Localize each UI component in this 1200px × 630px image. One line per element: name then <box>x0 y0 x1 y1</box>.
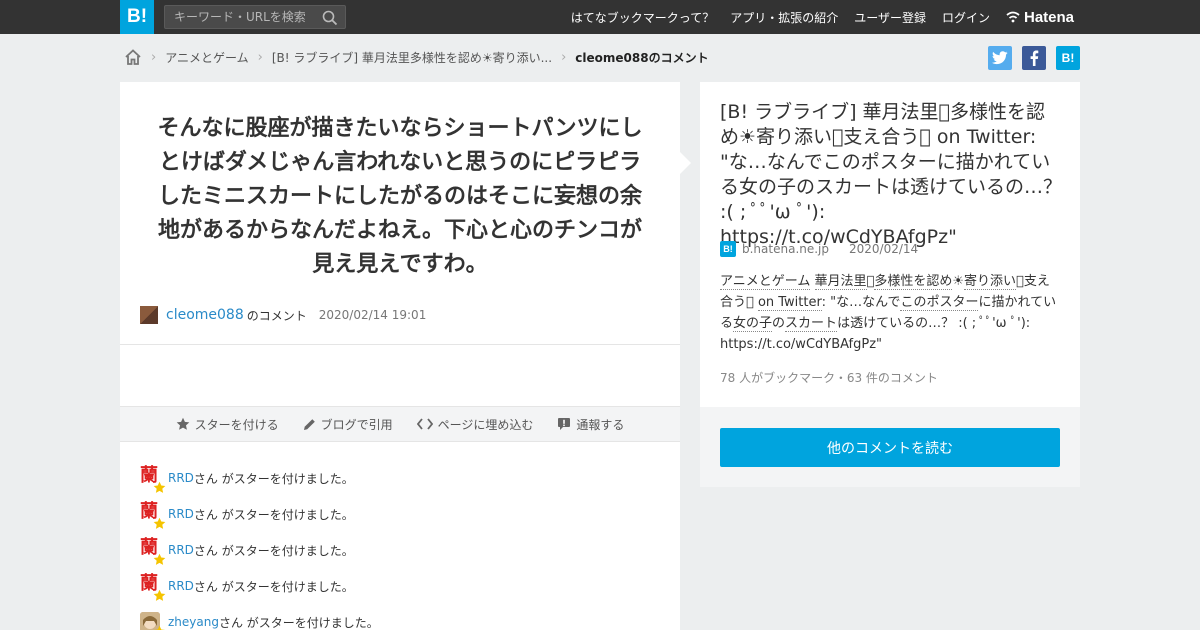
facebook-share-button[interactable] <box>1022 46 1046 70</box>
code-icon <box>416 418 433 430</box>
register-link[interactable]: ユーザー登録 <box>854 9 926 26</box>
breadcrumb-category[interactable]: アニメとゲーム <box>165 49 248 66</box>
report-button[interactable]: 通報する <box>557 416 624 433</box>
entry-source: B! b.hatena.ne.jp 2020/02/14 <box>720 240 918 258</box>
breadcrumb: › アニメとゲーム › [B! ラブライブ] 華月法里多様性を認め☀寄り添い..… <box>124 44 709 70</box>
list-item: 蘭 RRD さん がスターを付けました。 <box>140 532 660 568</box>
search-input[interactable] <box>165 6 315 28</box>
breadcrumb-current: cleome088のコメント <box>575 50 709 65</box>
more-comments-area: 他のコメントを読む <box>700 407 1080 487</box>
alert-icon <box>558 418 571 430</box>
star-icon <box>153 553 166 565</box>
hatena-brand-link[interactable]: Hatena <box>1006 0 1074 34</box>
star-message: さん がスターを付けました。 <box>193 543 354 558</box>
keyword-link[interactable]: on Twitter <box>757 295 822 311</box>
list-item: 蘭 RRD さん がスターを付けました。 <box>140 460 660 496</box>
chevron-right-icon: › <box>257 49 263 65</box>
search-box[interactable] <box>164 5 346 29</box>
avatar[interactable]: 蘭 <box>140 502 166 529</box>
list-item: 蘭 RRD さん がスターを付けました。 <box>140 496 660 532</box>
avatar[interactable]: 蘭 <box>140 538 166 565</box>
comment-user-suffix: のコメント <box>246 308 307 323</box>
avatar[interactable] <box>140 306 158 324</box>
avatar[interactable]: 蘭 <box>140 466 166 493</box>
embed-button[interactable]: ページに埋め込む <box>416 416 534 433</box>
breadcrumb-entry[interactable]: [B! ラブライブ] 華月法里多様性を認め☀寄り添い... <box>272 49 552 66</box>
star-icon <box>153 517 166 529</box>
star-user-link[interactable]: RRD <box>168 543 194 557</box>
pencil-icon <box>303 418 315 430</box>
star-list: 蘭 RRD さん がスターを付けました。 蘭 RRD さん がスターを付けました… <box>140 460 660 630</box>
list-item: 蘭 RRD さん がスターを付けました。 <box>140 568 660 604</box>
entry-domain[interactable]: b.hatena.ne.jp <box>742 242 829 256</box>
blog-quote-button[interactable]: ブログで引用 <box>303 416 393 433</box>
wifi-mark-icon <box>1006 11 1020 23</box>
star-message: さん がスターを付けました。 <box>193 579 354 594</box>
favicon-icon: B! <box>720 241 736 257</box>
embed-label: ページに埋め込む <box>437 417 534 432</box>
hatena-bookmark-share-button[interactable]: B! <box>1056 46 1080 70</box>
keyword-link[interactable]: 寄り添い <box>964 274 1017 290</box>
star-message: さん がスターを付けました。 <box>193 507 354 522</box>
star-message: さん がスターを付けました。 <box>218 615 379 630</box>
card-pointer <box>680 152 691 174</box>
comment-body: そんなに股座が描きたいならショートパンツにしとけばダメじゃん言われないと思うのに… <box>157 116 643 277</box>
bookmark-count[interactable]: 78 人がブックマーク・63 件のコメント <box>720 369 938 386</box>
comment-timestamp[interactable]: 2020/02/14 19:01 <box>319 308 427 322</box>
twitter-icon <box>992 51 1008 65</box>
keyword-link[interactable]: 華月法里 <box>814 274 867 290</box>
search-icon[interactable] <box>322 10 338 26</box>
star-icon <box>153 589 166 601</box>
apps-link[interactable]: アプリ・拡張の紹介 <box>730 9 838 26</box>
comment-card: そんなに股座が描きたいならショートパンツにしとけばダメじゃん言われないと思うのに… <box>120 82 680 630</box>
keyword-link[interactable]: アニメとゲーム <box>720 274 811 290</box>
star-user-link[interactable]: zheyang <box>168 615 219 629</box>
read-more-comments-button[interactable]: 他のコメントを読む <box>720 428 1060 467</box>
chevron-right-icon: › <box>561 49 567 65</box>
twitter-share-button[interactable] <box>988 46 1012 70</box>
keyword-link[interactable]: スカート <box>785 316 838 332</box>
report-label: 通報する <box>576 417 625 432</box>
star-user-link[interactable]: RRD <box>168 579 194 593</box>
blog-quote-label: ブログで引用 <box>320 417 393 432</box>
entry-description: アニメとゲーム 華月法里􀀀多様性を認め☀寄り添い􀀀支え合う􀀀 on Twitte… <box>720 274 1057 352</box>
login-link[interactable]: ログイン <box>942 9 990 26</box>
header-links: はてなブックマークって？ アプリ・拡張の紹介 ユーザー登録 ログイン <box>555 0 990 34</box>
entry-panel: [B! ラブライブ] 華月法里􀀀多様性を認め☀寄り添い􀀀支え合う􀀀 on Twi… <box>700 82 1080 407</box>
star-icon <box>153 625 166 630</box>
add-star-button[interactable]: スターを付ける <box>176 416 279 433</box>
brand-name: Hatena <box>1024 8 1075 26</box>
chevron-right-icon: › <box>151 49 157 65</box>
comment-meta: cleome088 のコメント 2020/02/14 19:01 <box>140 305 426 325</box>
avatar[interactable] <box>140 612 166 630</box>
top-navbar: B! はてなブックマークって？ アプリ・拡張の紹介 ユーザー登録 ログイン Ha… <box>0 0 1200 34</box>
star-user-link[interactable]: RRD <box>168 471 194 485</box>
star-message: さん がスターを付けました。 <box>193 471 354 486</box>
about-link[interactable]: はてなブックマークって？ <box>571 9 714 26</box>
star-icon <box>176 417 189 430</box>
avatar[interactable]: 蘭 <box>140 574 166 601</box>
keyword-link[interactable]: 女の子 <box>733 316 773 332</box>
keyword-link[interactable]: 多様性を認め <box>874 274 953 290</box>
home-icon[interactable] <box>124 48 142 66</box>
keyword-link[interactable]: このポスター <box>900 295 979 311</box>
hatena-bookmark-logo[interactable]: B! <box>120 0 154 34</box>
facebook-icon <box>1030 50 1039 66</box>
star-user-link[interactable]: RRD <box>168 507 194 521</box>
comment-user-link[interactable]: cleome088 <box>166 307 244 323</box>
star-icon <box>153 481 166 493</box>
entry-date: 2020/02/14 <box>849 242 919 256</box>
list-item: zheyang さん がスターを付けました。 <box>140 604 660 630</box>
comment-actions: スターを付ける ブログで引用 ページに埋め込む 通報する <box>120 406 680 442</box>
entry-title-link[interactable]: [B! ラブライブ] 華月法里􀀀多様性を認め☀寄り添い􀀀支え合う􀀀 on Twi… <box>720 100 1062 250</box>
divider <box>120 344 680 345</box>
add-star-label: スターを付ける <box>194 417 279 432</box>
